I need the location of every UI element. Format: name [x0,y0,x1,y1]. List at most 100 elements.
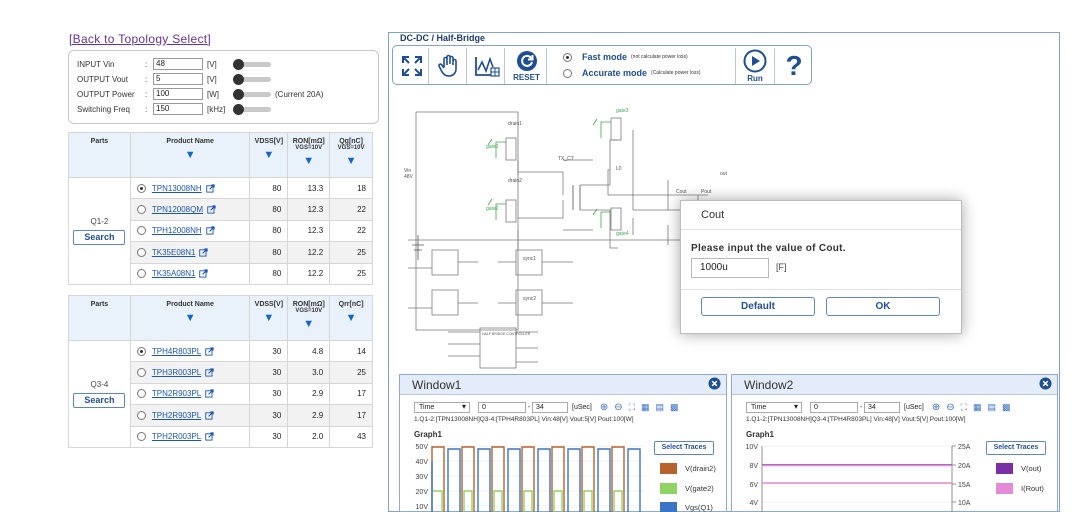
vdss-header[interactable]: VDSS[V] ▼ [249,295,289,341]
sort-down-icon[interactable]: ▼ [250,312,287,324]
product-radio[interactable] [136,368,146,378]
product-link[interactable]: TPH2R903PL [152,411,201,420]
default-button[interactable]: Default [701,297,815,316]
cout-value-input[interactable]: 1000u [691,258,769,278]
vdss-header[interactable]: VDSS[V] ▼ [249,132,289,178]
accurate-mode-option[interactable]: Accurate mode (Calculate power loss) [563,65,733,81]
search-button[interactable]: Search [73,392,126,408]
product-radio[interactable] [136,205,146,215]
switching-freq-slider[interactable] [233,104,271,115]
vdss-cell: 80 [249,241,289,264]
pan-button[interactable] [431,48,467,84]
close-icon[interactable] [708,377,721,390]
external-link-icon[interactable] [205,226,215,236]
search-button[interactable]: Search [73,229,126,245]
chart-icon[interactable]: ▦ [641,402,650,413]
grid-icon[interactable]: ▩ [670,402,679,413]
output-power-field[interactable]: 100 [153,88,203,100]
zoom-in-icon[interactable]: ⊕ [600,402,608,413]
product-link[interactable]: TPH3R003PL [152,368,201,377]
accurate-mode-radio[interactable] [563,68,572,78]
product-name-header[interactable]: Product Name ▼ [129,295,251,341]
ok-button[interactable]: OK [826,297,940,316]
graph-icon [474,56,500,77]
add-graph-button[interactable] [469,48,505,84]
qg-header[interactable]: Qg[nC] VGS=10V ▼ [329,132,373,178]
switching-freq-field[interactable]: 150 [153,103,203,115]
external-link-icon[interactable] [205,347,214,356]
product-radio[interactable] [136,269,146,279]
back-to-topology-link[interactable]: [Back to Topology Select] [69,32,211,46]
zoom-in-icon[interactable]: ⊕ [932,402,940,413]
time-to-field[interactable]: 34 [864,401,900,413]
chart-icon[interactable]: ▦ [973,402,982,413]
axis-select[interactable]: Time [746,401,802,413]
select-traces-button[interactable]: Select Traces [654,441,714,455]
external-link-icon[interactable] [205,368,214,377]
table-row[interactable]: Q1-2 Search TPN13008NH 80 13.3 18 [68,176,373,285]
output-vout-field[interactable]: 5 [153,73,203,85]
product-radio[interactable] [136,432,146,442]
product-radio[interactable] [136,226,146,236]
product-link[interactable]: TPN12008QM [152,205,203,214]
sort-down-icon[interactable]: ▼ [330,312,372,324]
help-button[interactable]: ? [777,48,811,84]
external-link-icon[interactable] [205,389,214,399]
run-button[interactable]: Run [735,48,775,84]
product-link[interactable]: TPH12008NH [152,226,202,235]
table-row[interactable]: Q3-4 Search TPH4R803PL 30 4.8 14 [68,339,373,448]
product-radio[interactable] [136,410,146,420]
product-link[interactable]: TK35E08N1 [152,248,196,257]
external-link-icon[interactable] [199,248,209,257]
product-name-header[interactable]: Product Name ▼ [129,132,251,178]
fit-icon[interactable]: ⛶ [629,402,635,413]
time-from-field[interactable]: 0 [810,401,858,413]
fit-icon[interactable]: ⛶ [961,402,967,413]
product-link[interactable]: TPH2R003PL [152,432,201,441]
ron-header[interactable]: RON[mΩ] VGS=10V ▼ [287,295,331,341]
external-link-icon[interactable] [207,205,216,214]
ron-header[interactable]: RON[mΩ] VGS=10V ▼ [287,132,331,178]
external-link-icon[interactable] [205,432,214,441]
output-vout-slider[interactable] [233,74,271,85]
hand-icon [437,54,457,77]
zoom-out-icon[interactable]: ⊖ [946,402,954,413]
time-from-field[interactable]: 0 [478,401,526,413]
sort-down-icon[interactable]: ▼ [330,155,372,167]
sort-down-icon[interactable]: ▼ [250,149,287,161]
product-radio[interactable] [136,346,146,356]
product-radio[interactable] [136,389,146,399]
input-vin-field[interactable]: 48 [153,58,203,70]
grid-icon[interactable]: ▩ [1002,402,1011,413]
product-radio[interactable] [136,247,146,257]
fast-mode-option[interactable]: Fast mode (not calculate power loss) [563,49,733,65]
legend-swatch [660,502,677,512]
sort-down-icon[interactable]: ▼ [131,149,250,161]
product-radio[interactable] [136,183,146,193]
fast-mode-radio[interactable] [563,52,572,62]
qrr-header[interactable]: Qrr[nC] ▼ [329,295,373,341]
sort-down-icon[interactable]: ▼ [288,155,329,167]
input-vin-slider[interactable] [233,59,271,70]
sort-down-icon[interactable]: ▼ [288,318,329,330]
output-vout-label: OUTPUT Vout [77,74,128,84]
sort-down-icon[interactable]: ▼ [131,312,250,324]
time-to-field[interactable]: 34 [532,401,568,413]
axis-select[interactable]: Time [414,401,470,413]
ron-cell: 13.3 [287,176,331,200]
select-traces-button[interactable]: Select Traces [986,441,1046,455]
zoom-out-icon[interactable]: ⊖ [614,402,622,413]
fit-view-button[interactable] [395,48,429,84]
output-power-slider[interactable] [233,89,271,100]
external-link-icon[interactable] [205,184,215,193]
product-link[interactable]: TPH4R803PL [152,347,201,356]
export-icon[interactable]: ▤ [987,402,996,413]
external-link-icon[interactable] [199,269,209,278]
product-link[interactable]: TK35A08N1 [152,269,196,278]
product-link[interactable]: TPN13008NH [152,184,202,193]
product-link[interactable]: TPN2R903PL [152,389,201,398]
close-icon[interactable] [1039,377,1052,390]
reset-button[interactable]: RESET [507,48,547,84]
export-icon[interactable]: ▤ [655,402,664,413]
external-link-icon[interactable] [205,411,214,420]
